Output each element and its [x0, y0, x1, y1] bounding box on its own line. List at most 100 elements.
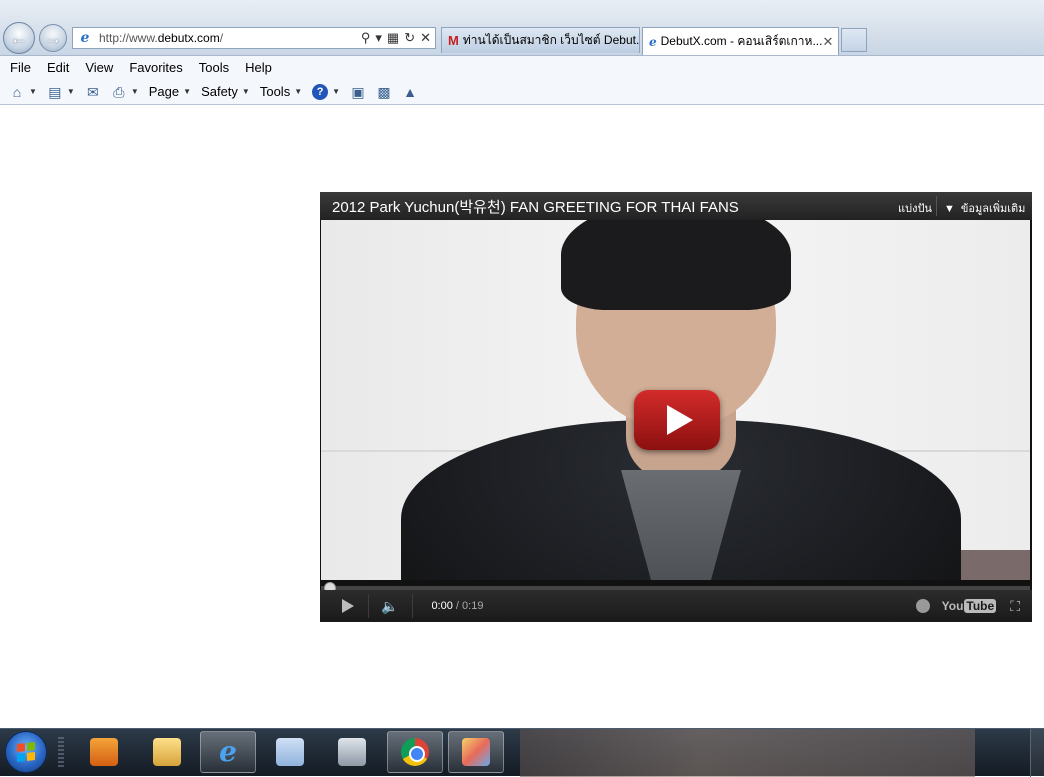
chevron-down-icon[interactable]: ▼ [67, 87, 75, 96]
print-button[interactable]: ⎙ ▼ [111, 84, 139, 100]
back-button[interactable]: ← [3, 22, 35, 54]
ie-icon: e [649, 34, 657, 49]
menu-file[interactable]: File [10, 60, 31, 75]
youtube-logo-you: You [941, 599, 964, 613]
messenger-button[interactable]: ▲ [402, 84, 418, 100]
taskbar-gripper [58, 737, 64, 769]
tab-label: ท่านได้เป็นสมาชิก เว็บไซต์ Debut... [462, 33, 640, 47]
page-menu[interactable]: Page ▼ [149, 84, 191, 99]
chevron-down-icon[interactable]: ▼ [332, 87, 340, 96]
page-menu-label: Page [148, 84, 180, 99]
taskbar-internet-explorer[interactable]: e [200, 731, 256, 773]
time-total: 0:19 [462, 600, 484, 612]
rss-icon: ▤ [48, 83, 62, 100]
addon-button[interactable]: ▩ [376, 84, 392, 100]
gmail-icon: M [448, 33, 459, 48]
taskbar-media-player[interactable] [76, 731, 132, 773]
research-button[interactable]: ▣ [350, 84, 366, 100]
time-display: 0:00 / 0:19 [431, 600, 483, 612]
chevron-down-icon[interactable]: ▼ [29, 87, 37, 96]
video-title[interactable]: 2012 Park Yuchun(박유천) FAN GREETING FOR T… [332, 196, 739, 217]
safety-menu-label: Safety [201, 84, 238, 99]
taskbar-paint[interactable] [448, 731, 504, 773]
command-bar: ⌂ ▼ ▤ ▼ ✉ ⎙ ▼ Page ▼ Safety ▼ Tools ▼ ? ▼ ▣ ▩ ▲ [0, 79, 1044, 105]
play-icon [667, 405, 693, 435]
menu-help[interactable]: Help [245, 60, 272, 75]
url-domain: debutx.com [157, 31, 220, 45]
more-info-label: ข้อมูลเพิ่มเติม [960, 203, 1026, 215]
volume-icon[interactable]: 🔈 [381, 598, 398, 615]
dropdown-arrow-icon[interactable]: ▾ [375, 30, 382, 46]
menu-bar: File Edit View Favorites Tools Help [0, 56, 1044, 79]
research-icon: ▣ [351, 83, 365, 100]
taskbar-settings-tool[interactable] [324, 731, 380, 773]
taskbar: e [0, 728, 1044, 777]
divider [412, 594, 414, 618]
help-icon: ? [312, 83, 329, 100]
close-icon[interactable]: ✕ [420, 30, 431, 46]
chevron-down-icon: ▼ [944, 203, 955, 215]
address-url[interactable]: http://www.debutx.com/ [99, 31, 223, 45]
tools-menu-label: Tools [259, 84, 291, 99]
read-mail-button[interactable]: ✉ [85, 84, 101, 100]
more-info-button[interactable]: ▼ ข้อมูลเพิ่มเติม [944, 199, 1025, 217]
start-button[interactable] [5, 731, 47, 773]
arrow-right-icon: → [44, 27, 62, 48]
compatibility-view-icon[interactable]: ▦ [387, 30, 399, 46]
internet-explorer-icon: e [219, 735, 237, 768]
browser-top-bar: ← → e http://www.debutx.com/ ⚲ ▾ ▦ ↻ ✕ M… [0, 0, 1044, 56]
big-play-button[interactable] [634, 390, 720, 450]
help-button[interactable]: ? ▼ [312, 83, 340, 100]
fullscreen-icon[interactable]: ⛶ [1010, 598, 1020, 615]
forward-button[interactable]: → [39, 24, 67, 52]
printer-icon: ⎙ [113, 83, 125, 100]
chrome-icon [401, 738, 429, 766]
youtube-logo[interactable]: You Tube [942, 599, 997, 613]
wallpaper-peek [520, 729, 975, 777]
chevron-down-icon[interactable]: ▼ [131, 87, 139, 96]
youtube-logo-tube: Tube [964, 599, 997, 613]
tools-menu[interactable]: Tools ▼ [260, 84, 302, 99]
new-tab-button[interactable] [841, 28, 867, 52]
watch-later-icon[interactable] [915, 599, 930, 613]
video-frame[interactable] [321, 220, 1030, 580]
menu-view[interactable]: View [85, 60, 113, 75]
taskbar-explorer[interactable] [139, 731, 195, 773]
divider [936, 196, 937, 216]
show-desktop-button[interactable] [1030, 729, 1044, 777]
mail-icon: ✉ [86, 83, 99, 100]
tab-debutx[interactable]: e DebutX.com - คอนเสิร์ตเกาห... ✕ [642, 27, 839, 55]
taskbar-chrome[interactable] [387, 731, 443, 773]
refresh-icon[interactable]: ↻ [404, 30, 415, 46]
play-icon[interactable] [342, 599, 354, 613]
url-suffix: / [219, 31, 224, 45]
home-icon: ⌂ [12, 83, 22, 100]
paint-icon [462, 738, 490, 766]
menu-favorites[interactable]: Favorites [129, 60, 182, 75]
video-title-bar: 2012 Park Yuchun(박유천) FAN GREETING FOR T… [320, 192, 1032, 220]
windows-logo-icon [17, 742, 35, 762]
url-prefix: http://www. [99, 31, 158, 45]
address-tools: ⚲ ▾ ▦ ↻ ✕ [361, 30, 431, 46]
messenger-icon: ▲ [403, 83, 417, 100]
video-player: 2012 Park Yuchun(박유천) FAN GREETING FOR T… [320, 192, 1032, 622]
tab-gmail[interactable]: M ท่านได้เป็นสมาชิก เว็บไซต์ Debut... [441, 27, 640, 53]
safety-menu[interactable]: Safety ▼ [201, 84, 250, 99]
ie-page-icon: e [80, 30, 90, 46]
feeds-button[interactable]: ▤ ▼ [47, 84, 75, 100]
menu-tools[interactable]: Tools [199, 60, 229, 75]
settings-tool-icon [338, 738, 366, 766]
cards-icon [276, 738, 304, 766]
time-current: 0:00 [431, 600, 453, 612]
media-player-icon [90, 738, 118, 766]
share-button[interactable]: แบ่งปัน [898, 199, 932, 217]
taskbar-cards[interactable] [262, 731, 318, 773]
tab-close-icon[interactable]: ✕ [822, 34, 833, 50]
address-bar[interactable]: e http://www.debutx.com/ ⚲ ▾ ▦ ↻ ✕ [72, 27, 436, 49]
search-icon[interactable]: ⚲ [361, 30, 371, 46]
menu-edit[interactable]: Edit [47, 60, 69, 75]
player-controls-right: You Tube ⛶ [915, 590, 1032, 622]
chevron-down-icon: ▼ [294, 87, 303, 96]
home-button[interactable]: ⌂ ▼ [9, 84, 37, 100]
chevron-down-icon: ▼ [183, 87, 192, 96]
